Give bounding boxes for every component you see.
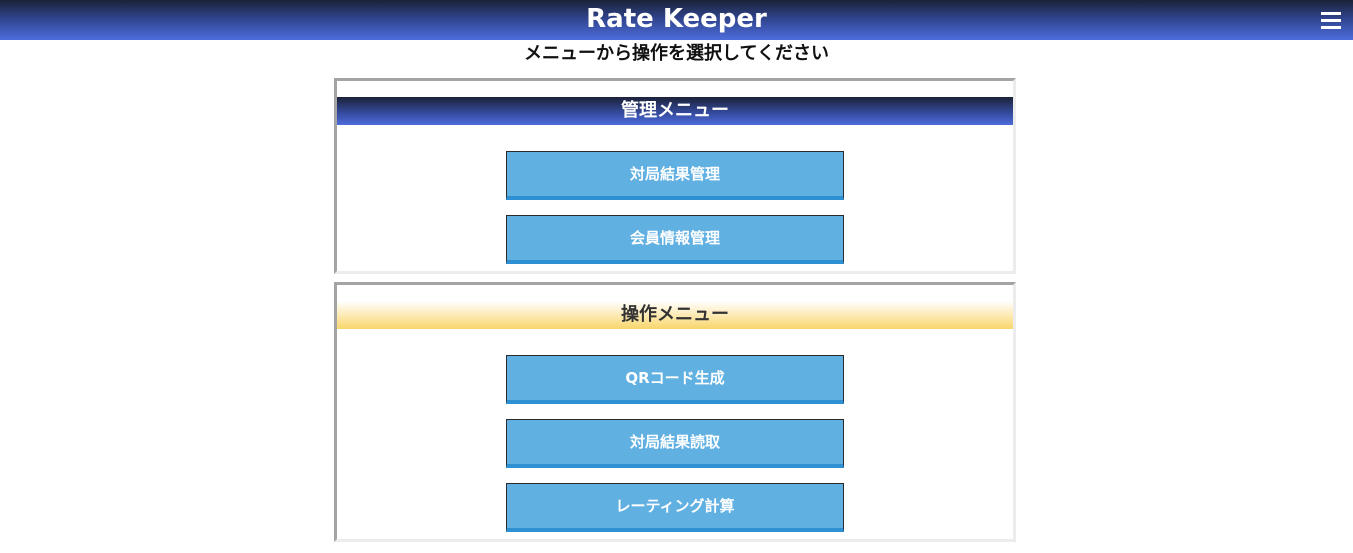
member-info-management-button[interactable]: 会員情報管理	[506, 215, 844, 264]
operation-menu-panel: 操作メニュー QRコード生成 対局結果読取 レーティング計算	[334, 282, 1016, 542]
game-results-management-button[interactable]: 対局結果管理	[506, 151, 844, 200]
app-title: Rate Keeper	[586, 4, 767, 34]
qr-code-generate-button[interactable]: QRコード生成	[506, 355, 844, 404]
menu-line	[1321, 19, 1341, 22]
rating-calculation-button[interactable]: レーティング計算	[506, 483, 844, 532]
hamburger-menu-icon[interactable]	[1321, 12, 1341, 29]
menu-line	[1321, 26, 1341, 29]
page-instruction: メニューから操作を選択してください	[524, 43, 829, 64]
app-header: Rate Keeper	[0, 0, 1353, 40]
admin-menu-panel: 管理メニュー 対局結果管理 会員情報管理	[334, 78, 1016, 274]
menu-line	[1321, 12, 1341, 15]
game-results-read-button[interactable]: 対局結果読取	[506, 419, 844, 468]
operation-menu-title: 操作メニュー	[337, 301, 1013, 329]
admin-menu-title: 管理メニュー	[337, 97, 1013, 125]
